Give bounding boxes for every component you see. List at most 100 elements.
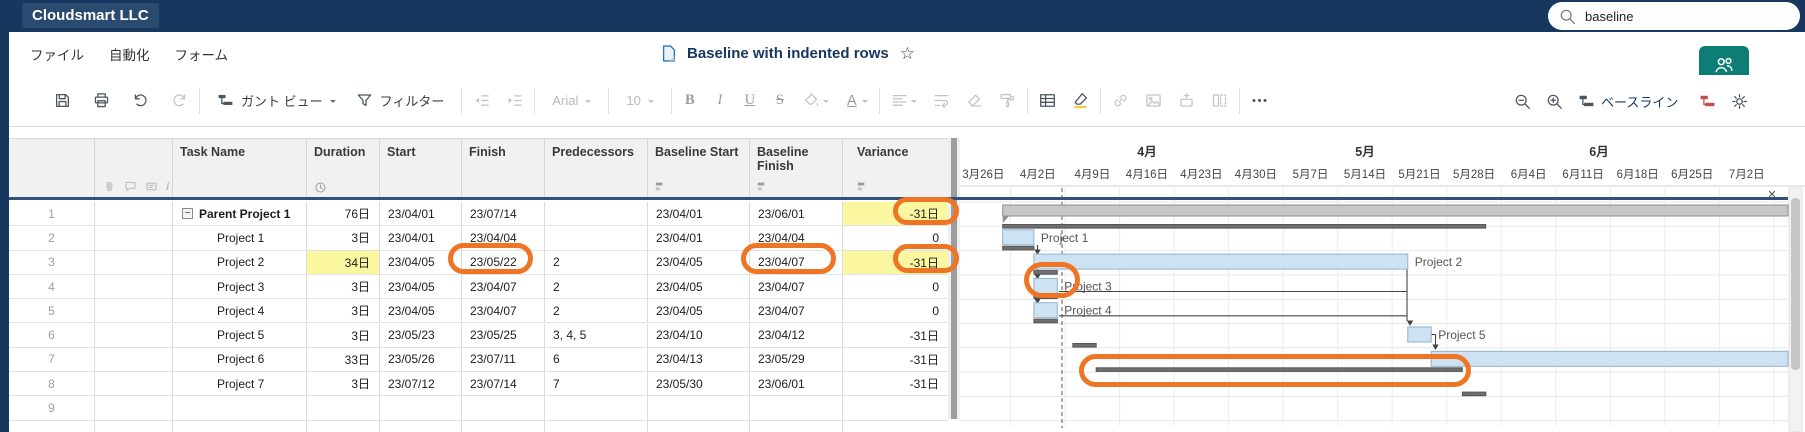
gantt-task-bar[interactable] [1430, 350, 1789, 367]
settings-gear-icon[interactable] [1731, 93, 1748, 110]
gantt-task-bar[interactable] [1407, 326, 1432, 343]
duration-cell[interactable]: 76日 [307, 202, 380, 226]
baseline-finish-cell[interactable]: 23/04/07 [750, 274, 843, 299]
zoom-in-icon[interactable] [1546, 93, 1563, 110]
workspace-title[interactable]: Cloudsmart LLC [22, 3, 159, 28]
underline-button[interactable]: U [743, 92, 757, 109]
clear-format-icon[interactable] [966, 92, 983, 109]
search-input[interactable]: baseline [1548, 2, 1800, 30]
font-family-select[interactable]: Arial [552, 93, 592, 108]
baseline-start-cell[interactable]: 23/04/05 [648, 250, 750, 274]
task-name-cell[interactable]: Project 5 [173, 323, 307, 347]
task-name-cell[interactable]: − Parent Project 1 [173, 202, 307, 226]
baseline-start-cell[interactable] [648, 396, 750, 420]
undo-icon[interactable] [132, 92, 149, 109]
predecessors-cell[interactable] [545, 396, 648, 420]
pane-splitter[interactable] [948, 138, 960, 419]
predecessors-cell[interactable]: 2 [545, 274, 648, 299]
align-button[interactable] [891, 92, 917, 109]
gantt-scrollbar-thumb[interactable] [1791, 198, 1800, 370]
gantt-task-bar[interactable] [1033, 302, 1058, 319]
variance-cell[interactable]: 0 [843, 299, 948, 322]
row-tools-cell[interactable] [95, 202, 173, 226]
start-cell[interactable] [380, 420, 462, 432]
baseline-finish-cell[interactable]: 23/05/29 [750, 347, 843, 372]
row-tools-cell[interactable] [95, 396, 173, 420]
variance-cell[interactable]: 0 [843, 275, 948, 298]
duration-cell[interactable]: 34日 [307, 250, 380, 274]
task-name-cell[interactable]: Project 1 [173, 226, 307, 250]
more-options-icon[interactable] [1251, 92, 1268, 109]
menu-automation[interactable]: 自動化 [109, 40, 150, 68]
task-name-cell[interactable] [173, 420, 307, 432]
hyperlink-icon[interactable] [1112, 92, 1129, 109]
bold-button[interactable]: B [683, 92, 697, 109]
zoom-out-icon[interactable] [1514, 93, 1531, 110]
start-cell[interactable]: 23/04/05 [380, 274, 462, 299]
task-name-cell[interactable]: Project 7 [173, 372, 307, 396]
row-tools-cell[interactable] [95, 420, 173, 432]
finish-cell[interactable]: 23/04/07 [462, 274, 545, 299]
outdent-icon[interactable] [473, 92, 490, 109]
collapse-toggle[interactable]: − [182, 208, 193, 220]
row-number[interactable]: 4 [9, 274, 95, 299]
baseline-button[interactable]: ベースライン [1578, 92, 1678, 111]
gantt-task-bar[interactable] [1002, 229, 1035, 246]
row-number[interactable]: 7 [9, 347, 95, 372]
baseline-finish-cell[interactable]: 23/06/01 [750, 202, 843, 226]
duration-cell[interactable]: 3日 [307, 323, 380, 347]
predecessors-cell[interactable] [545, 420, 648, 432]
column-header-predecessors[interactable]: Predecessors [545, 139, 648, 199]
variance-cell[interactable]: -31日 [843, 324, 948, 347]
variance-cell[interactable] [843, 421, 948, 432]
upload-icon[interactable] [1178, 92, 1195, 109]
variance-cell[interactable]: -31日 [843, 372, 948, 395]
duration-cell[interactable]: 33日 [307, 347, 380, 372]
row-number[interactable] [9, 420, 95, 432]
view-switcher[interactable]: ガント ビュー [217, 91, 336, 110]
row-number[interactable]: 1 [9, 202, 95, 226]
predecessors-cell[interactable] [545, 226, 648, 250]
italic-button[interactable]: I [713, 92, 727, 109]
baseline-finish-cell[interactable]: 23/04/12 [750, 323, 843, 347]
favorite-star-icon[interactable]: ☆ [900, 44, 915, 64]
row-number[interactable]: 5 [9, 299, 95, 323]
column-header-finish[interactable]: Finish [462, 139, 545, 199]
duration-cell[interactable]: 3日 [307, 299, 380, 323]
column-header-variance[interactable]: Variance [843, 139, 948, 199]
start-cell[interactable] [380, 396, 462, 420]
grid-lines-icon[interactable] [1039, 92, 1056, 109]
task-name-cell[interactable] [173, 396, 307, 420]
proof-icon[interactable] [145, 180, 158, 193]
baseline-start-cell[interactable]: 23/04/01 [648, 202, 750, 226]
filter-button[interactable]: フィルター [356, 91, 444, 110]
attachment-icon[interactable] [103, 180, 116, 193]
column-header-start[interactable]: Start [380, 139, 462, 199]
info-icon[interactable]: i [166, 179, 169, 193]
duration-cell[interactable]: 3日 [307, 372, 380, 396]
critical-path-icon[interactable] [1699, 93, 1716, 110]
comment-icon[interactable] [124, 180, 137, 193]
duration-cell[interactable] [307, 420, 380, 432]
finish-cell[interactable]: 23/07/11 [462, 347, 545, 372]
predecessors-cell[interactable] [545, 202, 648, 226]
column-header-task-name[interactable]: Task Name [173, 139, 307, 199]
column-header-duration[interactable]: Duration [307, 139, 380, 199]
menu-forms[interactable]: フォーム [175, 40, 229, 68]
task-name-cell[interactable]: Project 6 [173, 347, 307, 372]
start-cell[interactable]: 23/04/05 [380, 299, 462, 323]
row-number[interactable]: 8 [9, 372, 95, 396]
baseline-start-cell[interactable]: 23/04/13 [648, 347, 750, 372]
finish-cell[interactable] [462, 396, 545, 420]
baseline-start-cell[interactable]: 23/04/05 [648, 274, 750, 299]
baseline-finish-cell[interactable]: 23/06/01 [750, 372, 843, 396]
duration-cell[interactable]: 3日 [307, 226, 380, 250]
finish-cell[interactable]: 23/07/14 [462, 372, 545, 396]
baseline-finish-cell[interactable] [750, 420, 843, 432]
variance-cell[interactable] [843, 396, 948, 419]
row-tools-cell[interactable] [95, 372, 173, 396]
predecessors-cell[interactable]: 3, 4, 5 [545, 323, 648, 347]
row-tools-cell[interactable] [95, 323, 173, 347]
copy-column-icon[interactable] [1211, 92, 1228, 109]
predecessors-cell[interactable]: 6 [545, 347, 648, 372]
